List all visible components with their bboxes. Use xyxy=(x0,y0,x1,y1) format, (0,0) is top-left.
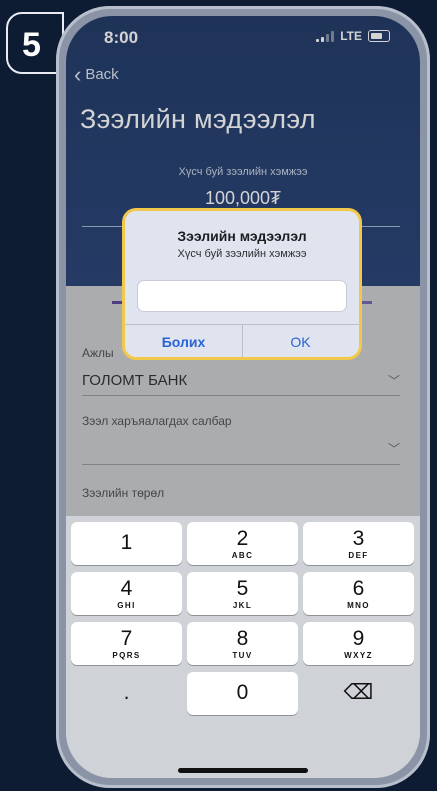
key-3[interactable]: 3 DEF xyxy=(303,522,414,565)
key-decimal[interactable]: . xyxy=(71,672,182,715)
key-2[interactable]: 2 ABC xyxy=(187,522,298,565)
key-8[interactable]: 8 TUV xyxy=(187,622,298,665)
key-1[interactable]: 1 xyxy=(71,522,182,565)
delete-key[interactable]: ⌫ xyxy=(303,672,414,715)
key-4[interactable]: 4 GHI xyxy=(71,572,182,615)
key-7[interactable]: 7 PQRS xyxy=(71,622,182,665)
cancel-button[interactable]: Болих xyxy=(125,324,242,360)
phone-screen: 8:00 LTE ‹ Back Зээлийн мэдээлэл Хүсч бу… xyxy=(66,16,420,778)
home-indicator[interactable] xyxy=(178,768,308,773)
backspace-icon: ⌫ xyxy=(343,681,374,704)
alert-message: Хүсч буй зээлийн хэмжээ xyxy=(177,248,307,260)
key-5[interactable]: 5 JKL xyxy=(187,572,298,615)
numeric-keypad: 1 2 ABC 3 DEF 4 GHI 5 JKL 6 MNO 7 PQRS 8 TUV 9W… xyxy=(66,516,420,778)
ok-button[interactable]: OK xyxy=(242,324,359,360)
loan-amount-input[interactable] xyxy=(137,280,347,312)
key-6[interactable]: 6 MNO xyxy=(303,572,414,615)
alert-title: Зээлийн мэдээлэл xyxy=(177,228,307,244)
key-0[interactable]: 0 xyxy=(187,672,298,715)
key-9[interactable]: 9 WXYZ xyxy=(303,622,414,665)
loan-amount-alert: Зээлийн мэдээлэл Хүсч буй зээлийн хэмжээ… xyxy=(122,208,362,360)
